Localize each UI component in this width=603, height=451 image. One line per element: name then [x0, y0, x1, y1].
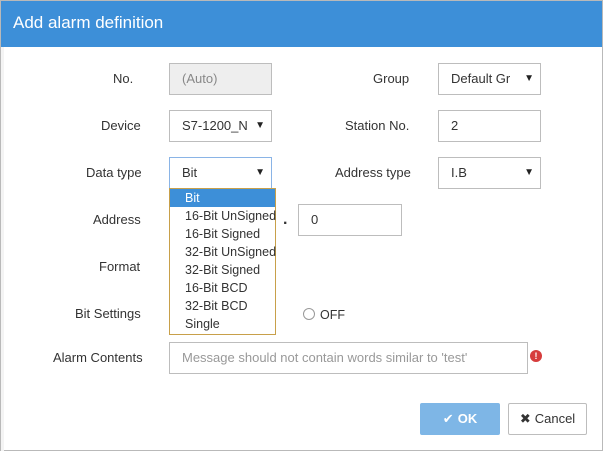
data-type-label: Data type: [86, 165, 142, 180]
data-type-select-value: Bit: [182, 165, 198, 180]
caret-down-icon: ▼: [524, 167, 534, 178]
caret-down-icon: ▼: [255, 167, 265, 178]
dropdown-option[interactable]: 32-Bit UnSigned: [170, 243, 276, 261]
format-label: Format: [99, 259, 141, 274]
dialog-title: Add alarm definition: [13, 13, 164, 32]
off-radio-label[interactable]: OFF: [320, 308, 345, 322]
off-radio[interactable]: [303, 308, 315, 320]
cancel-button[interactable]: ✖ Cancel: [508, 403, 587, 435]
address-type-select-value: I.B: [451, 165, 467, 180]
station-no-field[interactable]: 2: [438, 110, 541, 142]
dropdown-option[interactable]: 32-Bit BCD: [170, 297, 275, 315]
dialog-edge: [1, 47, 4, 451]
alarm-contents-label: Alarm Contents: [53, 350, 143, 365]
x-icon: ✖: [519, 411, 531, 426]
exclamation-icon: !: [530, 350, 542, 362]
dropdown-option[interactable]: 16-Bit UnSigned: [170, 207, 276, 225]
ok-button[interactable]: ✔ OK: [420, 403, 500, 435]
alarm-contents-input[interactable]: Message should not contain words similar…: [169, 342, 528, 374]
no-field: (Auto): [169, 63, 272, 95]
address-bit-field[interactable]: 0: [298, 204, 402, 236]
group-select-value: Default Gr: [451, 71, 511, 86]
device-label: Device: [101, 118, 141, 133]
check-icon: ✔: [442, 411, 454, 426]
device-select-value: S7-1200_N: [182, 118, 248, 133]
dropdown-option[interactable]: 32-Bit Signed: [170, 261, 275, 279]
station-no-label: Station No.: [345, 118, 410, 133]
data-type-dropdown-list: Bit 16-Bit UnSigned 16-Bit Signed 32-Bit…: [169, 188, 276, 335]
ok-button-label: OK: [457, 411, 478, 426]
group-select[interactable]: Default Gr ▼: [438, 63, 541, 95]
caret-down-icon: ▼: [524, 73, 534, 84]
bit-settings-label: Bit Settings: [75, 306, 141, 321]
address-type-select[interactable]: I.B ▼: [438, 157, 541, 189]
dropdown-option[interactable]: Bit: [170, 189, 275, 207]
cancel-button-label: Cancel: [534, 411, 576, 426]
data-type-select[interactable]: Bit ▼: [169, 157, 272, 189]
dropdown-option[interactable]: 16-Bit BCD: [170, 279, 275, 297]
device-select[interactable]: S7-1200_N ▼: [169, 110, 272, 142]
address-separator: .: [283, 211, 288, 228]
address-type-label: Address type: [335, 165, 411, 180]
dropdown-option[interactable]: 16-Bit Signed: [170, 225, 275, 243]
caret-down-icon: ▼: [255, 120, 265, 131]
no-label: No.: [113, 71, 134, 86]
address-label: Address: [93, 212, 141, 227]
group-label: Group: [373, 71, 410, 86]
add-alarm-dialog: Add alarm definition No. (Auto) Group De…: [0, 0, 603, 451]
dropdown-option[interactable]: Single: [170, 315, 275, 333]
dialog-titlebar[interactable]: Add alarm definition: [1, 1, 602, 47]
